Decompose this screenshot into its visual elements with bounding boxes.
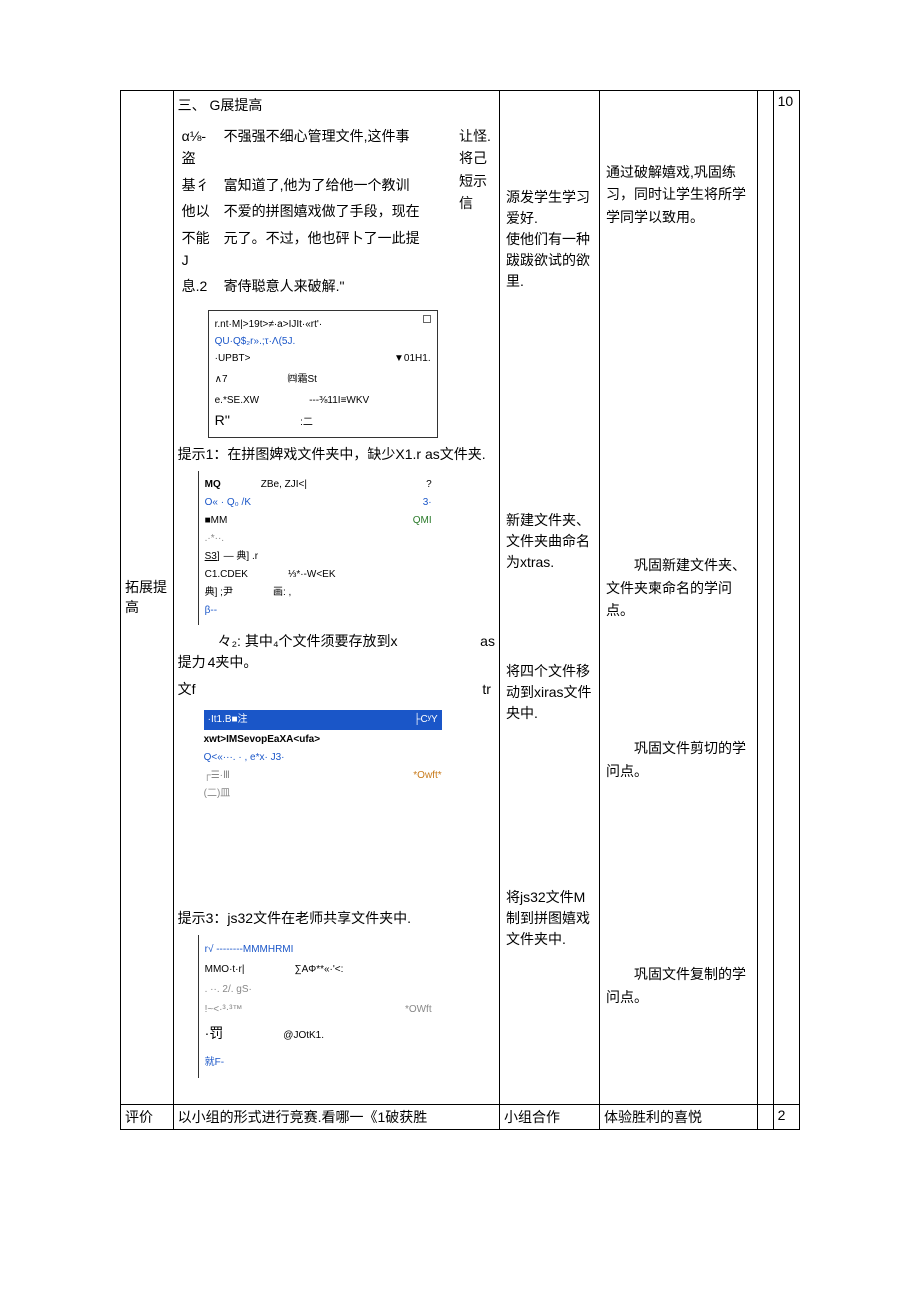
row-label: 拓展提高 [125,577,169,617]
row-label: 评价 [125,1109,153,1125]
hint-text-2: 々₂: 其中₄个文件须要存放到xas 提力4夹中。 文ftr [178,631,495,700]
story-layout: α⅛-盗不强强不细心管理文件,这件事让怪.将己短示信 基彳富知道了,他为了给他一… [178,123,495,300]
time-cell: 10 [773,91,799,1105]
row-label-cell: 评价 [121,1104,174,1129]
empty-cell [757,1104,773,1129]
activity-cell: 小组合作 [499,1104,599,1129]
spacer [504,93,595,183]
purpose-text-a: 通过破解嬉戏,巩固练习，同时让学生将所学学同学以致用。 [604,153,753,236]
activity-text-a: 源发学生学习爱好. 使他们有一种跋跋欲试的欲里. [504,183,595,296]
content-cell: 以小组的形式进行竞赛.看哪一《1破获胜 [173,1104,499,1129]
spacer [604,629,753,729]
purpose-text-b: 巩固新建文件夹、文件夹柬命名的学问点。 [604,546,753,629]
spacer [178,1082,495,1102]
row-label-cell: 拓展提高 [121,91,174,1105]
square-icon [423,315,431,323]
table-row: 拓展提高 三、 G展提高 α⅛-盗不强强不细心管理文件,这件事让怪.将己短示信 … [121,91,800,1105]
purpose-text-c: 巩固文件剪切的学问点。 [604,729,753,790]
spacer [604,790,753,955]
code-box-2: MQZBe, ZJI<|? O« · Q₀ /K3· ■MMQMI .·*··.… [198,471,438,625]
section-title: 三、 G展提高 [178,95,495,115]
time-cell: 2 [773,1104,799,1129]
content-cell: 三、 G展提高 α⅛-盗不强强不细心管理文件,这件事让怪.将己短示信 基彳富知道… [173,91,499,1105]
page-root: 拓展提高 三、 G展提高 α⅛-盗不强强不细心管理文件,这件事让怪.将己短示信 … [0,0,920,1150]
code-box-1: r.nt·M|>19t>≠·a>IJIt·«rt'· QU·Q$₂r».;τ·Λ… [208,310,438,438]
time-value: 2 [778,1107,786,1123]
hint-text-1: 提示1：在拼图婢戏文件夹中，缺少X1.r as文件夹. [178,444,495,465]
blue-title-bar: ·It1.B■注├CʸY [204,710,442,730]
code-box-3: ·It1.B■注├CʸY xwt>IMSevopEaXA<ufa> Q<«···… [198,706,448,808]
purpose-cell: 体验胜利的喜悦 [599,1104,757,1129]
table-row: 评价 以小组的形式进行竞赛.看哪一《1破获胜 小组合作 体验胜利的喜悦 2 [121,1104,800,1129]
activity-cell: 源发学生学习爱好. 使他们有一种跋跋欲试的欲里. 新建文件夹、文件夹曲命名为xt… [499,91,599,1105]
purpose-text-d: 巩固文件复制的学问点。 [604,955,753,1016]
spacer [504,296,595,506]
story-paragraph: α⅛-盗不强强不细心管理文件,这件事让怪.将己短示信 基彳富知道了,他为了给他一… [178,123,495,300]
spacer [604,236,753,546]
main-table: 拓展提高 三、 G展提高 α⅛-盗不强强不细心管理文件,这件事让怪.将己短示信 … [120,90,800,1130]
spacer [604,93,753,153]
spacer [504,728,595,883]
activity-text-c: 将四个文件移动到xiras文件央中. [504,657,595,728]
code-box-4: r√ --------MMMHRMI MMO·t·r|∑AΦ**«·'<: . … [198,935,438,1078]
time-value: 10 [778,93,795,109]
spacer [504,577,595,657]
hint-text-3: 提示3：js32文件在老师共享文件夹中. [178,908,495,929]
story-right: 让怪.将己短示信 [455,123,495,300]
spacer [178,812,495,902]
empty-cell [757,91,773,1105]
purpose-cell: 通过破解嬉戏,巩固练习，同时让学生将所学学同学以致用。 巩固新建文件夹、文件夹柬… [599,91,757,1105]
activity-text-b: 新建文件夹、文件夹曲命名为xtras. [504,506,595,577]
activity-text-d: 将js32文件M制到拼图嬉戏文件夹中. [504,883,595,954]
